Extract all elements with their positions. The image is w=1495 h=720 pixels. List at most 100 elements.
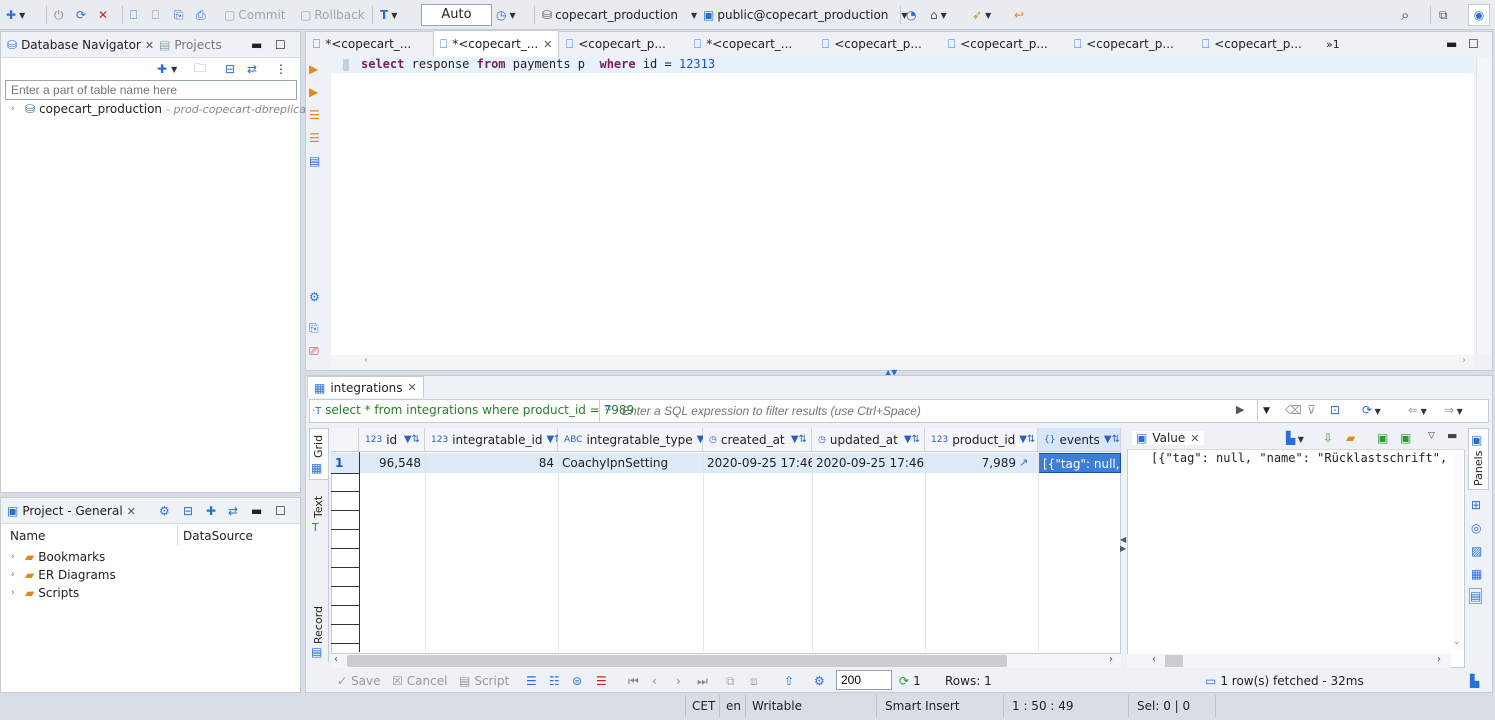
scroll-right-icon[interactable]: ›	[1462, 355, 1466, 366]
copy-row-button[interactable]: ⊜	[572, 673, 582, 689]
chevron-right-icon[interactable]: ›	[11, 570, 21, 580]
panel-splitter-handle[interactable]: ◀ ▶	[1120, 535, 1126, 553]
maximize-button[interactable]: ☐	[275, 502, 286, 520]
project-settings-button[interactable]: ⚙	[159, 502, 170, 520]
value-scroll-thumb[interactable]	[1165, 655, 1183, 667]
column-header-events[interactable]: {} events ▼⇅	[1038, 428, 1121, 452]
sql-query-text[interactable]: select response from payments p where id…	[361, 57, 715, 71]
editor-tab-7[interactable]: ⎕ <copecart_p...	[1068, 32, 1180, 56]
cell-product-id[interactable]: 7,989	[925, 453, 1020, 473]
editor-tab-3[interactable]: ⎕ <copecart_p...	[560, 32, 672, 56]
apply-filter-button[interactable]: ▶	[1236, 403, 1244, 416]
collapse-button[interactable]: ⊟	[183, 502, 193, 520]
minimize-button[interactable]: ▬	[251, 502, 262, 520]
open-perspective-button[interactable]: ⧉	[1439, 4, 1448, 26]
chevron-right-icon[interactable]: ›	[11, 552, 21, 562]
explain-plan-button[interactable]: ▤	[309, 154, 327, 170]
refresh-mode-button[interactable]: ⟳ ▼	[1362, 403, 1381, 417]
panel-metadata-icon[interactable]: ◎	[1471, 521, 1481, 535]
cell-id[interactable]: 96,548	[359, 453, 425, 473]
commit-mode-select[interactable]: Auto	[421, 4, 492, 26]
save-filter-button[interactable]: ⊡	[1330, 403, 1340, 417]
column-filter-icon[interactable]: ▼⇅	[1019, 434, 1035, 445]
back-nav-button[interactable]: ⇐ ▼	[1408, 403, 1427, 417]
table-filter-input[interactable]	[5, 80, 297, 100]
dashboard-button[interactable]: ◔	[906, 4, 916, 26]
minimize-button[interactable]: ▬	[251, 36, 262, 54]
filter-history-button[interactable]: ▼	[1257, 400, 1275, 422]
save-button[interactable]: ✓ Save	[337, 673, 381, 689]
panel-value-viewer-icon[interactable]: ▤	[1469, 588, 1483, 604]
project-item-er-diagrams[interactable]: › ▰ ER Diagrams	[11, 568, 116, 582]
transaction-mode-button[interactable]: T ▼	[380, 4, 397, 26]
column-filter-icon[interactable]: ▼⇅	[904, 434, 920, 445]
cell-updated-at[interactable]: 2020-09-25 17:46:14	[812, 453, 925, 473]
refresh-button[interactable]: ⟳ 1	[899, 673, 921, 689]
value-content[interactable]: [{"tag": null, "name": "Rücklastschrift"…	[1151, 451, 1451, 467]
chevron-right-icon[interactable]: ›	[11, 588, 21, 598]
active-query[interactable]: ·T select * from integrations where prod…	[312, 403, 634, 417]
execute-statement-button[interactable]: ▶	[309, 62, 327, 78]
first-page-button[interactable]: ⏮	[628, 673, 639, 689]
load-button[interactable]: ⇩	[1323, 431, 1333, 445]
column-header-id[interactable]: 123 id ▼⇅	[359, 428, 425, 452]
more-tabs-button[interactable]: »1	[1320, 32, 1346, 56]
save-value-button[interactable]: ▣	[1377, 431, 1388, 445]
project-item-scripts[interactable]: › ▰ Scripts	[11, 586, 79, 600]
editor-settings-button[interactable]: ⚙	[309, 290, 327, 306]
tab-database-navigator[interactable]: ⛁ Database Navigator ✕	[7, 36, 154, 54]
panel-minimize-button[interactable]: ▬	[1447, 429, 1457, 442]
new-connection-nav-button[interactable]: ✚ ▼	[157, 60, 177, 78]
smart-commit-button[interactable]: ⎙	[196, 4, 206, 26]
editor-vertical-scrollbar[interactable]	[1476, 57, 1490, 355]
results-tab-integrations[interactable]: ▦ integrations ✕	[307, 376, 424, 398]
column-header-name[interactable]: Name	[10, 529, 45, 543]
close-icon[interactable]: ✕	[127, 505, 136, 518]
editor-tab-5[interactable]: ⎕ <copecart_p...	[816, 32, 928, 56]
history-button[interactable]: ◷ ▼	[496, 4, 516, 26]
new-connection-button[interactable]: ✚ ▼	[6, 4, 25, 26]
cell-events[interactable]: [{"tag": null, "n	[1038, 453, 1121, 473]
column-filter-icon[interactable]: ▼⇅	[1104, 434, 1120, 445]
rollback-button[interactable]: ▢ Rollback	[300, 4, 365, 26]
column-header-product-id[interactable]: 123 product_id ▼⇅	[925, 428, 1038, 452]
fetch-size-input[interactable]	[836, 670, 892, 690]
cell-integratable-type[interactable]: CoachyIpnSetting	[558, 453, 703, 473]
scroll-right-icon[interactable]: ›	[1437, 654, 1441, 665]
cell-created-at[interactable]: 2020-09-25 17:46:14	[703, 453, 812, 473]
script-button[interactable]: ▤ Script	[459, 673, 509, 689]
commit-button[interactable]: ▢ Commit	[224, 4, 285, 26]
connect-button[interactable]: ⏻	[54, 4, 64, 26]
editor-tab-1[interactable]: ⎕ *<copecart_...	[307, 32, 417, 56]
sql-editor[interactable]	[331, 57, 1474, 355]
close-icon[interactable]: ✕	[543, 38, 552, 51]
cell-integratable-id[interactable]: 84	[425, 453, 558, 473]
tab-projects[interactable]: ▤ Projects	[159, 36, 222, 54]
next-page-button[interactable]: ›	[676, 673, 681, 689]
link-editor-button[interactable]: ⇄	[247, 60, 257, 78]
close-icon[interactable]: ✕	[1190, 432, 1199, 445]
delete-row-button[interactable]: ☰	[596, 673, 607, 689]
results-settings-button[interactable]: ⚙	[814, 673, 825, 689]
filter-settings-button[interactable]: ⊽	[1307, 403, 1316, 417]
column-filter-icon[interactable]: ▼⇅	[791, 434, 807, 445]
open-link-icon[interactable]: ↗	[1019, 456, 1028, 469]
value-panel-tab[interactable]: ▣ Value ✕	[1132, 431, 1204, 445]
scroll-left-icon[interactable]: ‹	[1152, 654, 1156, 665]
editor-maximize-button[interactable]: ☐	[1462, 32, 1485, 56]
open-file-button[interactable]: ▰	[1346, 431, 1355, 445]
tab-project-general[interactable]: ▣ Project - General ✕	[7, 502, 136, 520]
editor-tab-2[interactable]: ⎕ *<copecart_... ✕	[433, 30, 560, 57]
scroll-down-icon[interactable]: ⌄	[1453, 637, 1461, 647]
launch-button[interactable]: ➶ ▼	[972, 4, 991, 26]
close-icon[interactable]: ✕	[145, 39, 154, 52]
connection-tree-item[interactable]: › ⛁ copecart_production - prod-copecart-…	[11, 102, 310, 116]
column-header-integratable-id[interactable]: 123 integratable_id ▼⇅	[425, 428, 563, 452]
scroll-left-icon[interactable]: ‹	[364, 355, 368, 366]
tab-record-label[interactable]: Record	[312, 606, 325, 644]
panel-calc-icon[interactable]: ▦	[1471, 567, 1482, 581]
pending-transactions-button[interactable]: ⎘	[174, 4, 184, 26]
transaction-log-button[interactable]: ⎕	[152, 4, 159, 26]
column-header-datasource[interactable]: DataSource	[183, 529, 253, 543]
forward-nav-button[interactable]: ⇒ ▼	[1444, 403, 1463, 417]
